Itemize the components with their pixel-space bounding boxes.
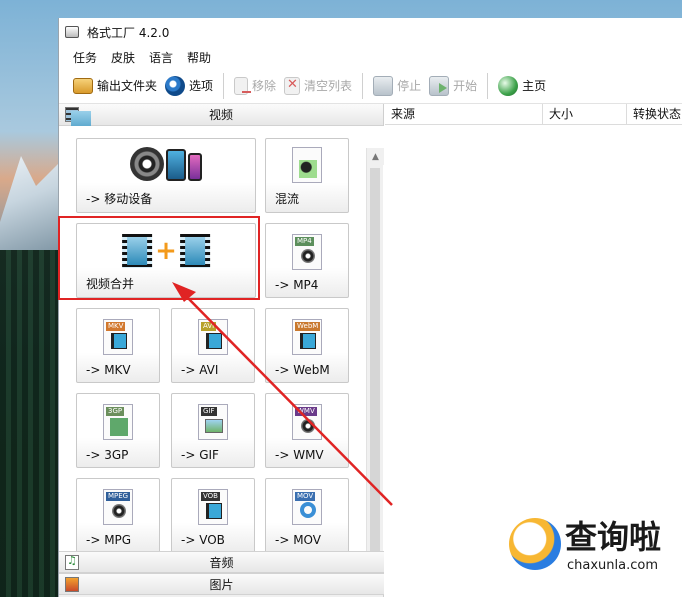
tile-mux[interactable]: 混流 [265, 138, 349, 213]
watermark: 查询啦 chaxunla.com [505, 512, 682, 597]
tile-grid-scrollbar[interactable]: ▲ ▼ [366, 148, 384, 551]
tile-mkv[interactable]: MKV -> MKV [76, 308, 160, 383]
tile-mp4[interactable]: MP4 -> MP4 [265, 223, 349, 298]
toolbar-separator [362, 72, 364, 99]
category-video[interactable]: 视频 [59, 104, 383, 139]
watermark-name: 查询啦 [565, 518, 662, 556]
mux-icon [292, 147, 322, 183]
mov-file-icon: MOV [292, 489, 322, 525]
highlight-box [58, 216, 260, 300]
menu-skin[interactable]: 皮肤 [111, 49, 135, 66]
wmv-file-icon: WMV [292, 404, 322, 440]
start-label: 开始 [453, 79, 478, 93]
picture-icon [65, 577, 79, 592]
watermark-url: chaxunla.com [567, 558, 658, 573]
remove-button[interactable]: 移除 [230, 72, 280, 100]
mkv-file-icon: MKV [103, 319, 133, 355]
tile-label: -> AVI [181, 363, 219, 377]
options-button[interactable]: 选项 [161, 72, 217, 100]
tile-mpg[interactable]: MPEG -> MPG [76, 478, 160, 551]
folder-icon [73, 77, 93, 94]
toolbar-separator [487, 72, 489, 99]
toolbar: 输出文件夹 选项 移除 清空列表 停止 开始 主页 [59, 68, 682, 104]
home-globe-icon [498, 75, 519, 96]
menu-bar: 任务 皮肤 语言 帮助 [59, 46, 682, 68]
mpg-file-icon: MPEG [103, 489, 133, 525]
video-tile-grid: -> 移动设备 混流 + 视频合并 MP4 -> MP4 MKV -> MKV … [59, 126, 384, 551]
menu-task[interactable]: 任务 [73, 49, 97, 66]
stop-label: 停止 [397, 79, 422, 93]
column-status[interactable]: 转换状态 [627, 104, 682, 124]
category-video-label: 视频 [208, 108, 233, 122]
avi-file-icon: AVI [198, 319, 228, 355]
scroll-up-arrow-icon[interactable]: ▲ [367, 148, 384, 165]
tile-label: -> WebM [275, 363, 330, 377]
tile-mov[interactable]: MOV -> MOV [265, 478, 349, 551]
home-label: 主页 [522, 79, 547, 93]
tile-label: -> MPG [86, 533, 132, 547]
vob-file-icon: VOB [198, 489, 228, 525]
options-label: 选项 [189, 79, 214, 93]
app-icon [65, 26, 79, 38]
column-size[interactable]: 大小 [543, 104, 627, 124]
video-category-icon [65, 107, 91, 139]
tile-label: -> VOB [181, 533, 225, 547]
remove-icon [234, 76, 252, 95]
tile-avi[interactable]: AVI -> AVI [171, 308, 255, 383]
category-image-label: 图片 [209, 577, 234, 592]
options-icon [165, 75, 186, 96]
tile-label: -> 移动设备 [86, 192, 153, 206]
output-folder-button[interactable]: 输出文件夹 [69, 72, 161, 100]
mobile-devices-icon [130, 147, 202, 181]
tile-gif[interactable]: GIF -> GIF [171, 393, 255, 468]
webm-file-icon: WebM [292, 319, 322, 355]
remove-label: 移除 [252, 79, 277, 93]
conversion-panel: 视频 -> 移动设备 混流 + 视频合并 MP4 -> MP4 MKV -> M… [59, 104, 384, 597]
category-audio-label: 音频 [209, 555, 234, 570]
tile-label: -> WMV [275, 448, 324, 462]
tile-label: -> 3GP [86, 448, 129, 462]
forest-image [0, 250, 60, 597]
scrollbar-thumb[interactable] [370, 168, 380, 551]
watermark-logo-icon [509, 518, 561, 570]
menu-help[interactable]: 帮助 [187, 49, 211, 66]
menu-language[interactable]: 语言 [149, 49, 173, 66]
output-folder-label: 输出文件夹 [97, 79, 158, 93]
clear-list-button[interactable]: 清空列表 [280, 72, 356, 100]
home-button[interactable]: 主页 [494, 72, 550, 100]
start-button[interactable]: 开始 [425, 72, 481, 100]
clear-list-icon [284, 76, 301, 95]
tile-wmv[interactable]: WMV -> WMV [265, 393, 349, 468]
tile-3gp[interactable]: 3GP -> 3GP [76, 393, 160, 468]
start-icon [429, 75, 450, 96]
task-list-header: 来源 大小 转换状态 [385, 104, 682, 125]
gif-file-icon: GIF [198, 404, 228, 440]
tile-label: -> MP4 [275, 278, 319, 292]
tile-mobile-devices[interactable]: -> 移动设备 [76, 138, 256, 213]
tile-label: -> GIF [181, 448, 219, 462]
clear-list-label: 清空列表 [304, 79, 353, 93]
format-factory-window: 格式工厂 4.2.0 任务 皮肤 语言 帮助 输出文件夹 选项 移除 清空列表 … [58, 18, 682, 597]
music-note-icon [65, 554, 79, 570]
category-image[interactable]: 图片 [59, 573, 384, 595]
tile-label: 混流 [275, 192, 300, 206]
stop-icon [373, 75, 394, 96]
tile-vob[interactable]: VOB -> VOB [171, 478, 255, 551]
window-title: 格式工厂 4.2.0 [87, 25, 170, 40]
tile-webm[interactable]: WebM -> WebM [265, 308, 349, 383]
column-source[interactable]: 来源 [385, 104, 543, 124]
tile-label: -> MKV [86, 363, 131, 377]
stop-button[interactable]: 停止 [369, 72, 425, 100]
category-audio[interactable]: 音频 [59, 551, 384, 573]
toolbar-separator [223, 72, 225, 99]
title-bar: 格式工厂 4.2.0 [59, 18, 682, 46]
tile-label: -> MOV [275, 533, 321, 547]
mp4-file-icon: MP4 [292, 234, 322, 270]
3gp-file-icon: 3GP [103, 404, 133, 440]
